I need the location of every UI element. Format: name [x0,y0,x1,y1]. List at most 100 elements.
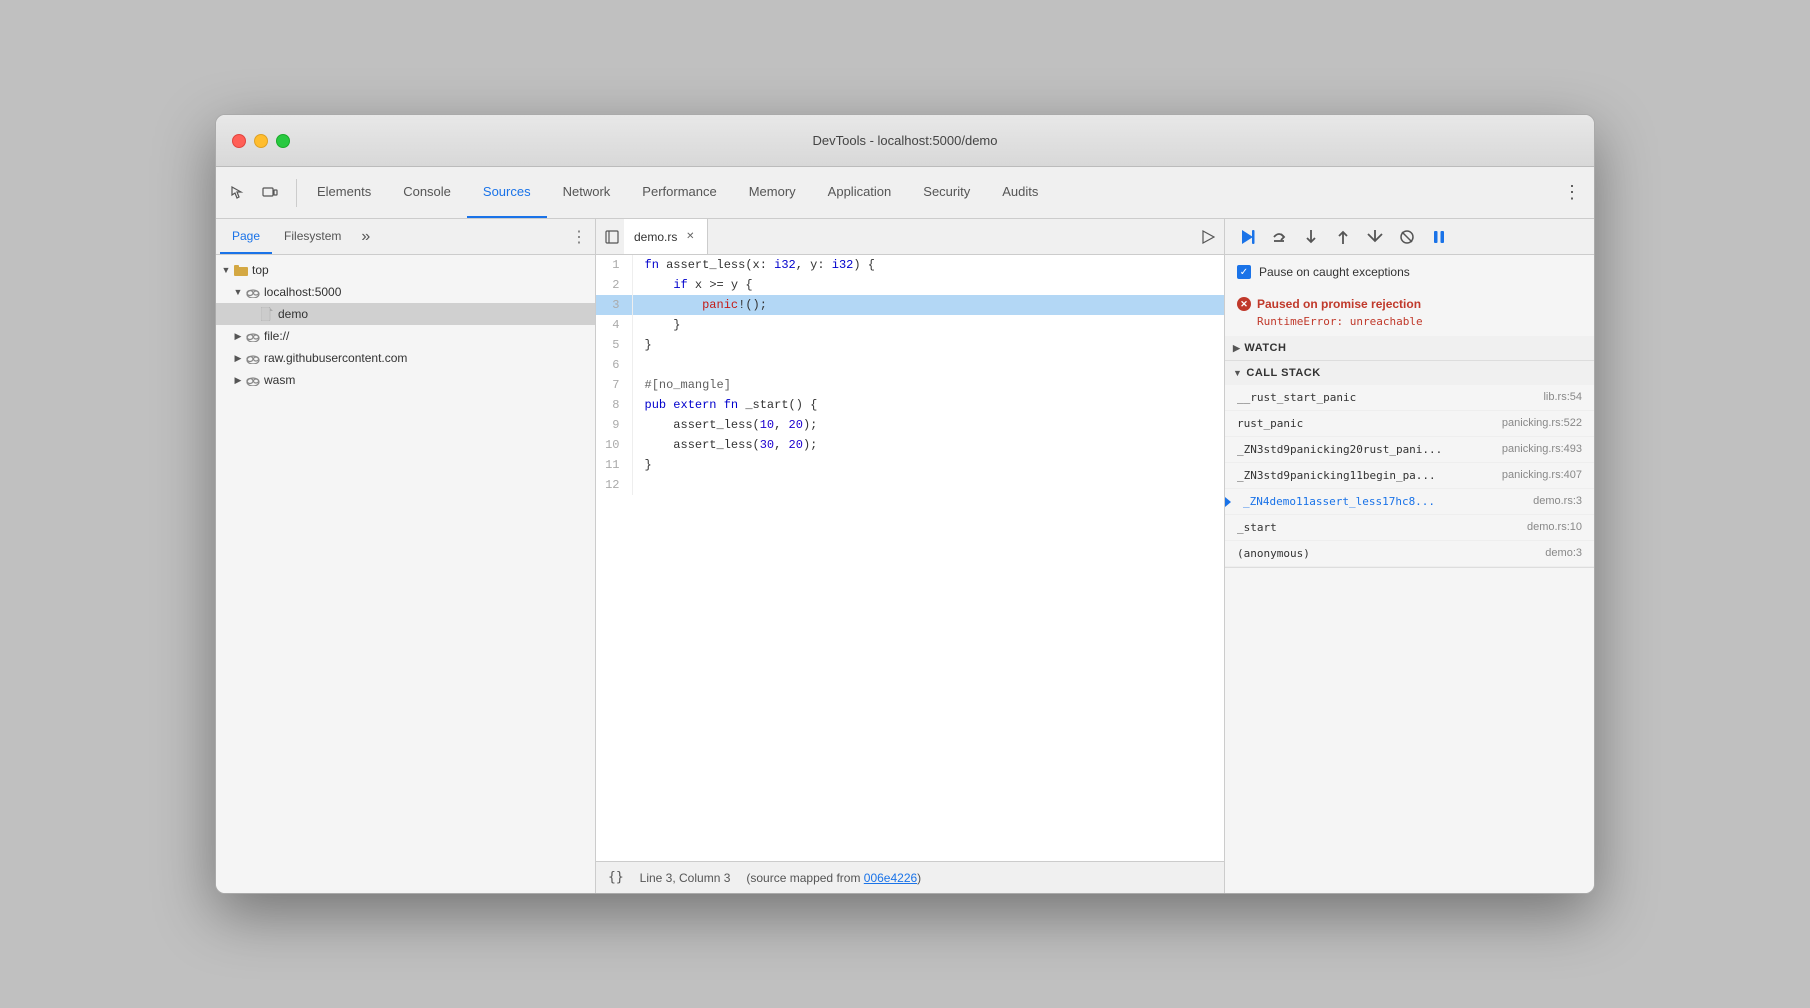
tab-sources[interactable]: Sources [467,167,547,218]
close-tab-icon[interactable]: ✕ [683,230,697,244]
debug-toolbar [1225,219,1594,255]
call-stack-header[interactable]: ▼ Call Stack [1225,361,1594,385]
tab-page[interactable]: Page [220,219,272,254]
panel-actions-icon[interactable]: ⋮ [567,227,591,247]
pause-on-exceptions-button[interactable] [1425,223,1453,251]
tree-item-raw-github[interactable]: ▶ raw.githubusercontent.com [216,347,595,369]
editor-tab-filename: demo.rs [634,230,677,244]
tree-item-localhost[interactable]: ▼ localhost:5000 [216,281,595,303]
watch-section: ▶ Watch [1225,336,1594,361]
tab-audits[interactable]: Audits [986,167,1054,218]
code-line-7: 7 #[no_mangle] [596,375,1224,395]
right-panel: Pause on caught exceptions Paused on pro… [1224,219,1594,893]
tree-arrow-file: ▶ [232,330,244,342]
source-map-link[interactable]: 006e4226 [864,871,917,885]
more-tabs-icon[interactable]: ⋮ [1558,179,1586,207]
call-stack-item-4[interactable]: _ZN4demo11assert_less17hc8... demo.rs:3 [1225,489,1594,515]
call-stack-item-0[interactable]: __rust_start_panic lib.rs:54 [1225,385,1594,411]
deactivate-breakpoints-button[interactable] [1393,223,1421,251]
code-line-4: 4 } [596,315,1224,335]
toggle-sidebar-icon[interactable] [600,225,624,249]
tree-item-top[interactable]: ▼ top [216,259,595,281]
watch-arrow-icon: ▶ [1233,343,1240,354]
tab-filesystem[interactable]: Filesystem [272,219,353,254]
resume-button[interactable] [1233,223,1261,251]
code-line-2: 2 if x >= y { [596,275,1224,295]
inspect-icon[interactable] [224,179,252,207]
tab-memory[interactable]: Memory [733,167,812,218]
pause-exceptions-checkbox[interactable] [1237,265,1251,279]
left-panel: Page Filesystem » ⋮ ▼ top ▼ [216,219,596,893]
tree-label-file: file:// [264,329,289,343]
traffic-lights [232,134,290,148]
editor-statusbar: {} Line 3, Column 3 (source mapped from … [596,861,1224,893]
cloud-icon-raw-github [246,351,260,365]
code-line-6: 6 [596,355,1224,375]
tree-label-raw-github: raw.githubusercontent.com [264,351,407,365]
folder-icon [234,263,248,277]
pretty-print-icon[interactable]: {} [608,870,624,885]
tree-label-demo: demo [278,307,308,321]
pause-exceptions-section: Pause on caught exceptions [1225,255,1594,289]
tree-arrow-localhost: ▼ [232,286,244,298]
paused-error-heading: Paused on promise rejection [1257,297,1421,311]
step-out-button[interactable] [1329,223,1357,251]
tab-performance[interactable]: Performance [626,167,732,218]
more-panels-icon[interactable]: » [357,228,374,246]
call-stack-arrow-icon: ▼ [1233,368,1242,378]
tab-application[interactable]: Application [812,167,908,218]
left-panel-tabs: Page Filesystem » ⋮ [216,219,595,255]
call-stack-item-3[interactable]: _ZN3std9panicking11begin_pa... panicking… [1225,463,1594,489]
main-toolbar: Elements Console Sources Network Perform… [216,167,1594,219]
error-icon [1237,297,1251,311]
tree-item-file[interactable]: ▶ file:// [216,325,595,347]
tree-item-wasm[interactable]: ▶ wasm [216,369,595,391]
watch-header[interactable]: ▶ Watch [1225,336,1594,360]
code-line-11: 11 } [596,455,1224,475]
run-snippet-icon[interactable] [1196,225,1220,249]
device-icon[interactable] [256,179,284,207]
call-stack-label: Call Stack [1246,367,1320,379]
tree-arrow-wasm: ▶ [232,374,244,386]
code-line-5: 5 } [596,335,1224,355]
source-map-info: (source mapped from 006e4226) [746,871,921,885]
maximize-button[interactable] [276,134,290,148]
code-table: 1 fn assert_less(x: i32, y: i32) { 2 if … [596,255,1224,495]
code-line-10: 10 assert_less(30, 20); [596,435,1224,455]
minimize-button[interactable] [254,134,268,148]
debug-panel: Pause on caught exceptions Paused on pro… [1225,255,1594,893]
tab-console[interactable]: Console [387,167,467,218]
code-line-12: 12 [596,475,1224,495]
code-line-9: 9 assert_less(10, 20); [596,415,1224,435]
titlebar: DevTools - localhost:5000/demo [216,115,1594,167]
close-button[interactable] [232,134,246,148]
call-stack-item-2[interactable]: _ZN3std9panicking20rust_pani... panickin… [1225,437,1594,463]
paused-error-title: Paused on promise rejection [1237,297,1582,311]
call-stack-item-1[interactable]: rust_panic panicking.rs:522 [1225,411,1594,437]
code-line-3: 3 panic!(); [596,295,1224,315]
tab-security[interactable]: Security [907,167,986,218]
tab-network[interactable]: Network [547,167,627,218]
tab-elements[interactable]: Elements [301,167,387,218]
tree-arrow-top: ▼ [220,264,232,276]
code-line-8: 8 pub extern fn _start() { [596,395,1224,415]
cursor-position: Line 3, Column 3 [640,871,731,885]
devtools-window: DevTools - localhost:5000/demo Elements … [215,114,1595,894]
paused-error-section: Paused on promise rejection RuntimeError… [1225,289,1594,336]
file-tree: ▼ top ▼ localhost:5000 [216,255,595,893]
paused-error-subtitle: RuntimeError: unreachable [1237,315,1582,328]
step-over-button[interactable] [1265,223,1293,251]
watch-label: Watch [1244,342,1286,354]
window-title: DevTools - localhost:5000/demo [813,133,998,148]
main-content: Page Filesystem » ⋮ ▼ top ▼ [216,219,1594,893]
tree-label-wasm: wasm [264,373,295,387]
step-into-button[interactable] [1297,223,1325,251]
call-stack-item-6[interactable]: (anonymous) demo:3 [1225,541,1594,567]
tree-arrow-raw-github: ▶ [232,352,244,364]
cloud-icon-wasm [246,373,260,387]
call-stack-item-5[interactable]: _start demo.rs:10 [1225,515,1594,541]
code-editor[interactable]: 1 fn assert_less(x: i32, y: i32) { 2 if … [596,255,1224,861]
editor-tab-demo[interactable]: demo.rs ✕ [624,219,708,254]
tree-item-demo[interactable]: ▶ demo [216,303,595,325]
step-button[interactable] [1361,223,1389,251]
